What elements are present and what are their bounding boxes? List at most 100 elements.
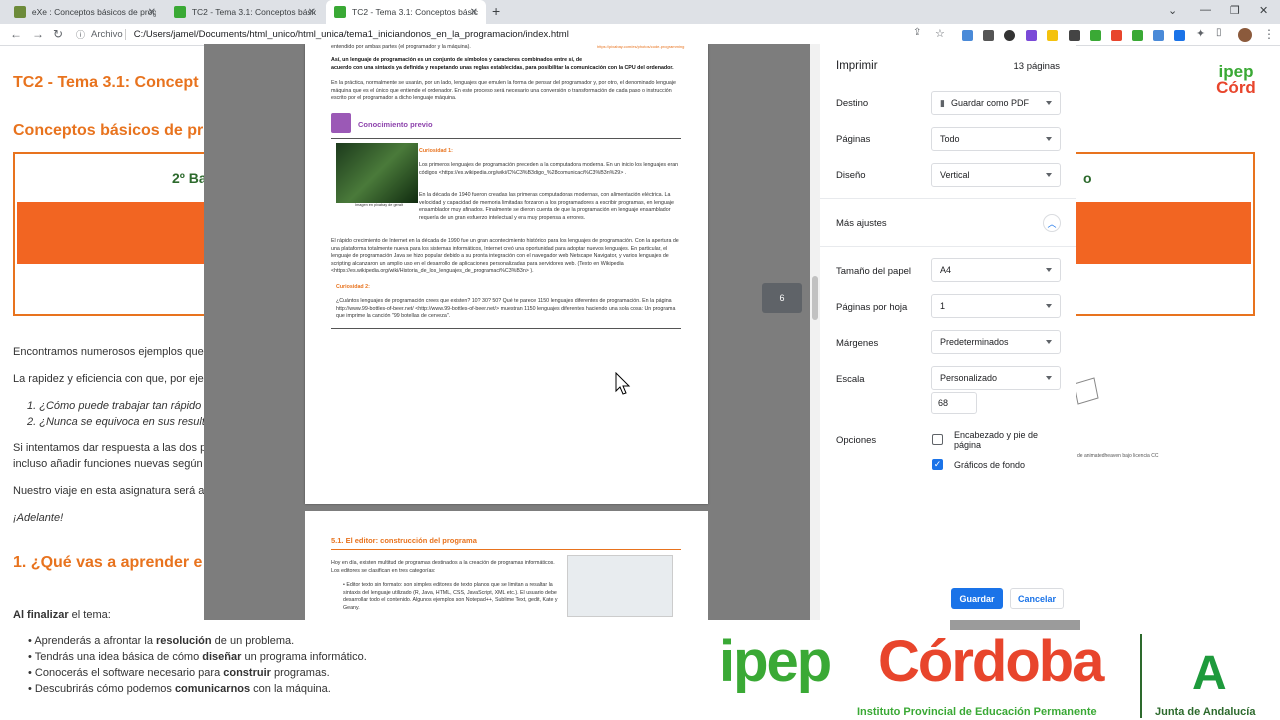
preview-text: Así, un lenguaje de programación es un c… [331,57,583,63]
pages-select[interactable]: Todo [931,127,1061,151]
close-icon[interactable]: ✕ [470,7,478,18]
extension-icon[interactable] [962,30,973,41]
reload-icon[interactable]: ↻ [53,27,63,41]
margins-label: Márgenes [836,338,879,349]
tab-exe[interactable]: eXe : Conceptos básicos de prog ✕ [6,0,164,24]
junta-logo-icon: A [1192,647,1227,700]
paper-size-label: Tamaño del papel [836,266,911,277]
layout-label: Diseño [836,170,866,181]
extension-icon[interactable] [1069,30,1080,41]
print-settings-panel: Imprimir 13 páginas Destino ▮ Guardar co… [820,44,1076,620]
chevron-down-icon [1046,173,1052,177]
chevron-up-icon[interactable]: ︿ [1043,214,1061,232]
curiosity-label: Curiosidad 2: [336,284,370,290]
minimize-icon[interactable]: — [1200,4,1211,16]
tab-tc2-a[interactable]: TC2 - Tema 3.1: Conceptos básic ✕ [166,0,324,24]
info-icon: ⓘ [76,30,86,40]
print-preview-area: entendido por ambas partes (el programad… [204,44,820,620]
destination-select[interactable]: ▮ Guardar como PDF [931,91,1061,115]
menu-icon[interactable]: ⋮ [1263,27,1275,41]
ipep-banner: ipep Córdoba A Instituto Provincial de E… [715,630,1280,720]
extension-icon[interactable] [1047,30,1058,41]
layout-value: Vertical [940,170,970,180]
pages-label: Páginas [836,134,871,145]
layout-select[interactable]: Vertical [931,163,1061,187]
new-tab-icon[interactable]: + [492,3,500,19]
address-separator [124,29,126,40]
print-title: Imprimir [836,60,878,72]
curiosity-label: Curiosidad 1: [419,148,453,154]
preview-image [336,143,418,203]
editor-screenshot [567,555,673,617]
pages-value: Todo [940,134,960,144]
headers-footers-label: Encabezado y pie de página [954,430,1039,450]
paper-size-select[interactable]: A4 [931,258,1061,282]
browser-toolbar: ← → ↻ ⓘ Archivo C:/Users/jamel/Documents… [0,24,1280,46]
tab-title: TC2 - Tema 3.1: Conceptos básic [352,7,478,17]
chevron-down-icon [1046,137,1052,141]
exe-favicon-icon [14,6,26,18]
close-icon[interactable]: ✕ [308,7,316,18]
extension-icon[interactable] [1153,30,1164,41]
chevron-down-icon [1046,268,1052,272]
extension-icon[interactable] [1026,30,1037,41]
back-icon[interactable]: ← [10,27,22,41]
extension-icon[interactable] [983,30,994,41]
preview-text: • Editor texto sin formato: son simples … [343,582,558,611]
extension-icon[interactable] [1004,30,1015,41]
preview-scrollbar[interactable] [810,44,820,620]
banner-divider [1140,634,1142,718]
mouse-cursor-icon [615,372,631,395]
headers-footers-checkbox[interactable] [932,434,943,445]
preview-text: entendido por ambas partes (el programad… [331,44,471,50]
options-label: Opciones [836,435,877,446]
preview-text: Los primeros lenguajes de programación p… [419,162,679,176]
address-bar[interactable]: ⓘ Archivo C:/Users/jamel/Documents/html_… [76,26,956,43]
destination-value: Guardar como PDF [950,98,1029,108]
extension-icon[interactable] [1174,30,1185,41]
share-icon[interactable]: ⇪ [913,27,921,38]
extension-icon[interactable] [1090,30,1101,41]
cancel-button[interactable]: Cancelar [1010,588,1064,609]
tab-search-icon[interactable]: ⌄ [1168,4,1177,17]
laptop-illustration [1073,377,1099,405]
extension-icon[interactable] [1132,30,1143,41]
save-button[interactable]: Guardar [951,588,1003,609]
banner-institute: Instituto Provincial de Educación Perman… [857,706,1097,718]
paragraph: Si intentamos dar respuesta a las dos p [13,442,207,454]
paragraph: ¡Adelante! [13,512,64,524]
close-icon[interactable]: ✕ [148,7,156,18]
more-settings-label[interactable]: Más ajustes [836,218,887,229]
forward-icon[interactable]: → [32,27,44,41]
learn-intro: Al finalizar el tema: [13,609,111,621]
margins-select[interactable]: Predeterminados [931,330,1061,354]
list-item: 2. ¿Nunca se equivoca en sus result [27,416,205,428]
restore-icon[interactable]: ❐ [1230,4,1240,17]
ipep-favicon-icon [334,6,346,18]
ipep-logo: ipep Córd [1216,62,1256,97]
banner-ipep-text: ipep [719,629,832,694]
ipep-favicon-icon [174,6,186,18]
preview-text: Hoy en día, existen multitud de programa… [331,560,555,574]
paragraph: incluso añadir funciones nuevas según [13,458,203,470]
avatar[interactable] [1238,28,1252,42]
paragraph: Encontramos numerosos ejemplos que [13,346,204,358]
window-close-icon[interactable]: ✕ [1259,4,1268,17]
chevron-down-icon [1046,340,1052,344]
list-item: • Conocerás el software necesario para c… [28,667,330,679]
extension-icon[interactable] [1111,30,1122,41]
banner-junta: Junta de Andalucía [1155,706,1256,718]
preview-scroll-thumb[interactable] [812,276,818,320]
preview-page-next: 5.1. El editor: construcción del program… [305,511,708,620]
scale-input[interactable]: 68 [931,392,977,414]
tab-tc2-active[interactable]: TC2 - Tema 3.1: Conceptos básic ✕ [326,0,486,24]
bookmark-star-icon[interactable]: ☆ [935,27,945,40]
scale-select[interactable]: Personalizado [931,366,1061,390]
divider [820,246,1076,247]
background-graphics-checkbox[interactable]: ✓ [932,459,943,470]
preview-heading: 5.1. El editor: construcción del program… [331,536,477,545]
puzzle-icon[interactable]: ✦ [1196,27,1205,40]
pages-per-sheet-select[interactable]: 1 [931,294,1061,318]
preview-text: En la práctica, normalmente se usarán, p… [331,80,676,101]
side-panel-icon[interactable]: ▯ [1216,27,1222,38]
